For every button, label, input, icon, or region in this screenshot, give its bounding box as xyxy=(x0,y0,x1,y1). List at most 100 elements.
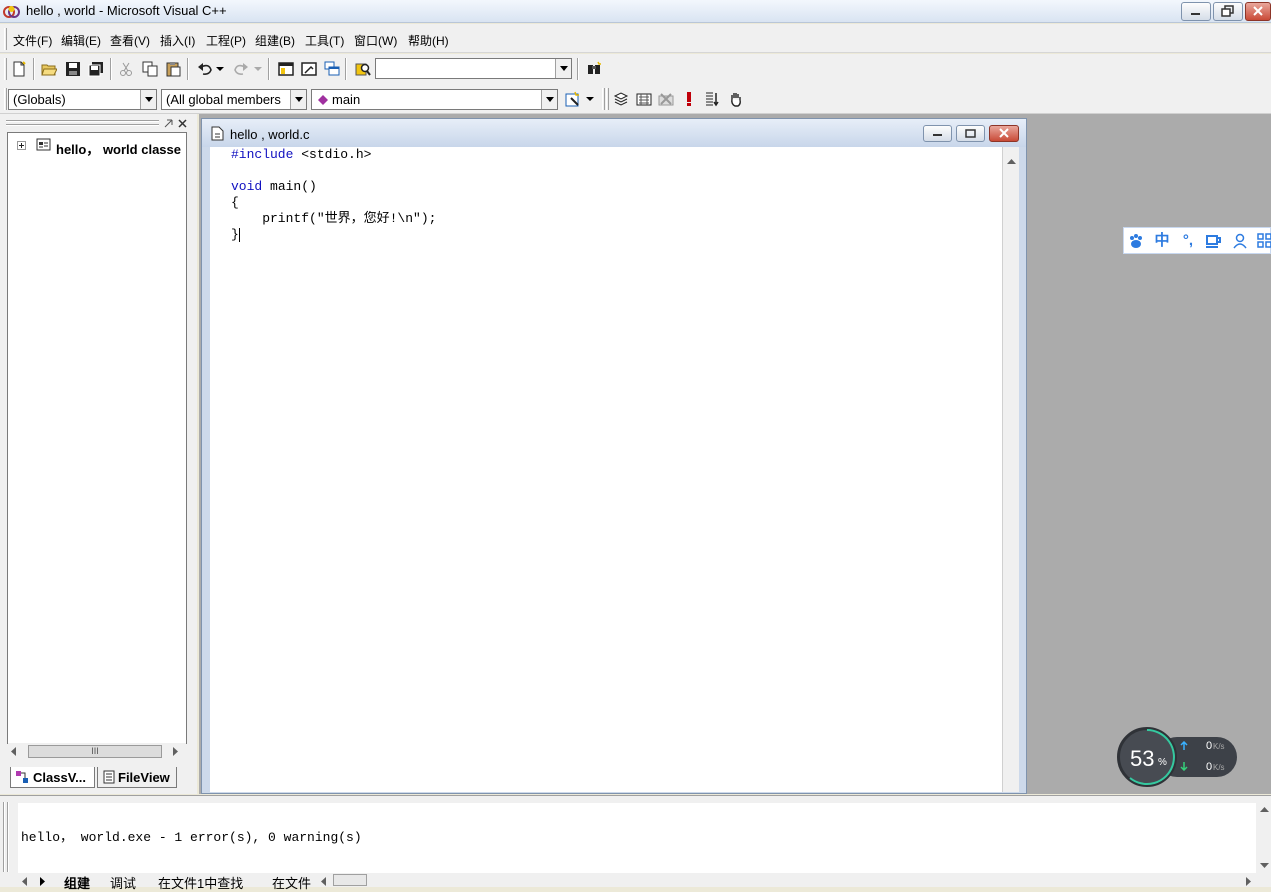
minimize-icon xyxy=(1191,13,1200,15)
members-combo[interactable]: (All global members xyxy=(161,89,307,110)
new-file-button[interactable] xyxy=(9,59,29,79)
hscroll-left-icon[interactable] xyxy=(321,877,327,886)
save-all-button[interactable] xyxy=(86,59,106,79)
scope-combo[interactable]: (Globals) xyxy=(8,89,157,110)
menu-tools[interactable]: 工具(T) xyxy=(305,32,344,49)
cut-button[interactable] xyxy=(116,59,136,79)
panel-close-icon[interactable] xyxy=(177,118,188,129)
open-button[interactable] xyxy=(39,59,59,79)
panel-gripper[interactable] xyxy=(6,120,159,122)
execute-button[interactable] xyxy=(679,89,699,109)
menu-build[interactable]: 组建(B) xyxy=(255,32,295,49)
find-combo[interactable] xyxy=(375,58,572,79)
code-editor[interactable]: #include <stdio.h> void main(){ printf("世… xyxy=(210,147,1002,792)
undo-dropdown-icon[interactable] xyxy=(216,67,224,71)
tab-scroll-right-icon[interactable] xyxy=(40,877,46,886)
stop-build-button[interactable] xyxy=(656,89,676,109)
menu-edit[interactable]: 编辑(E) xyxy=(61,32,101,49)
wizard-actions-button[interactable] xyxy=(563,89,583,109)
menu-grip[interactable] xyxy=(4,28,7,50)
undo-button[interactable] xyxy=(195,59,215,79)
tab-find-in-files-2[interactable]: 在文件 xyxy=(272,873,311,892)
toolbar-grip[interactable] xyxy=(602,88,605,110)
tab-find-in-files-1[interactable]: 在文件1中查找 xyxy=(158,873,243,892)
scroll-up-icon[interactable] xyxy=(1007,159,1016,165)
scroll-up-icon[interactable] xyxy=(1260,807,1269,813)
function-value: main xyxy=(332,92,361,107)
chevron-down-icon[interactable] xyxy=(541,90,557,109)
copy-button[interactable] xyxy=(140,59,160,79)
breakpoint-button[interactable] xyxy=(726,89,746,109)
output-hscroll-thumb[interactable] xyxy=(333,874,367,886)
menu-project[interactable]: 工程(P) xyxy=(206,32,246,49)
find-button[interactable] xyxy=(584,59,604,79)
editor-minimize-button[interactable] xyxy=(923,125,952,142)
output-toggle-button[interactable] xyxy=(299,59,319,79)
code-text: } xyxy=(231,227,239,242)
menu-view[interactable]: 查看(V) xyxy=(110,32,150,49)
paw-icon[interactable] xyxy=(1128,233,1145,249)
menu-file[interactable]: 文件(F) xyxy=(13,32,52,49)
go-button[interactable] xyxy=(702,89,722,109)
ime-punctuation-mode[interactable]: °, xyxy=(1179,232,1197,250)
restore-button[interactable] xyxy=(1213,2,1243,21)
tree-expand-toggle[interactable] xyxy=(17,141,26,150)
network-speed-widget[interactable]: 53 % 0 K/s 0 K/s xyxy=(1117,727,1237,787)
tab-class-view[interactable]: ClassV... xyxy=(10,767,95,788)
standard-toolbar xyxy=(0,54,1271,84)
editor-vertical-scrollbar[interactable] xyxy=(1002,147,1019,792)
build-result-text: hello， world.exe - 1 error(s), 0 warning… xyxy=(21,830,362,845)
class-view-tree[interactable]: hello， world classe xyxy=(7,132,187,744)
tab-build[interactable]: 组建 xyxy=(64,873,90,892)
menu-help[interactable]: 帮助(H) xyxy=(408,32,449,49)
wizard-bar: (Globals) (All global members main xyxy=(0,84,1271,114)
tab-debug[interactable]: 调试 xyxy=(110,873,136,892)
editor-restore-button[interactable] xyxy=(956,125,985,142)
close-button[interactable] xyxy=(1245,2,1271,21)
grid-apps-icon[interactable] xyxy=(1257,233,1271,249)
save-button[interactable] xyxy=(63,59,83,79)
toolbar-grip[interactable] xyxy=(4,58,7,80)
scroll-thumb[interactable]: III xyxy=(28,745,162,758)
menu-window[interactable]: 窗口(W) xyxy=(354,32,397,49)
editor-close-button[interactable] xyxy=(989,125,1019,142)
wizard-dropdown-icon[interactable] xyxy=(586,97,594,101)
redo-button[interactable] xyxy=(231,59,251,79)
tab-scroll-left-icon[interactable] xyxy=(22,877,28,886)
tree-horizontal-scrollbar[interactable]: III xyxy=(8,743,186,760)
toolbar-grip[interactable] xyxy=(4,88,7,110)
find-in-files-icon xyxy=(355,63,371,76)
code-line: printf("世界，您好!\n"); xyxy=(231,211,436,227)
function-combo[interactable]: main xyxy=(311,89,558,110)
output-text-area[interactable]: hello， world.exe - 1 error(s), 0 warning… xyxy=(18,803,1256,873)
minimize-button[interactable] xyxy=(1181,2,1211,21)
cup-icon[interactable] xyxy=(1205,233,1222,249)
user-icon[interactable] xyxy=(1232,233,1248,249)
output-vertical-scrollbar[interactable] xyxy=(1257,803,1271,873)
menu-insert[interactable]: 插入(I) xyxy=(160,32,195,49)
toolbar-grip[interactable] xyxy=(606,88,609,110)
panel-gripper[interactable] xyxy=(6,124,159,126)
build-button[interactable] xyxy=(634,89,654,109)
find-in-files-button[interactable] xyxy=(353,59,373,79)
ime-chinese-mode[interactable]: 中 xyxy=(1153,232,1171,250)
classes-folder-icon xyxy=(36,138,51,151)
tab-file-view[interactable]: FileView xyxy=(97,767,177,788)
panel-gripper[interactable] xyxy=(7,802,9,872)
hscroll-right-icon[interactable] xyxy=(1246,877,1252,886)
editor-title-bar[interactable]: hello , world.c xyxy=(202,119,1026,147)
paste-button[interactable] xyxy=(163,59,183,79)
scroll-left-icon[interactable] xyxy=(11,747,17,756)
scroll-right-icon[interactable] xyxy=(173,747,179,756)
redo-dropdown-icon[interactable] xyxy=(254,67,262,71)
chevron-down-icon[interactable] xyxy=(140,90,156,109)
compile-button[interactable] xyxy=(611,89,631,109)
panel-maximize-icon[interactable] xyxy=(163,118,174,129)
window-list-button[interactable] xyxy=(322,59,342,79)
chevron-down-icon[interactable] xyxy=(290,90,306,109)
panel-gripper[interactable] xyxy=(3,802,5,872)
scroll-down-icon[interactable] xyxy=(1260,863,1269,869)
chevron-down-icon[interactable] xyxy=(555,59,571,78)
workspace-toggle-button[interactable] xyxy=(276,59,296,79)
tree-root-label[interactable]: hello， world classe xyxy=(56,139,181,158)
